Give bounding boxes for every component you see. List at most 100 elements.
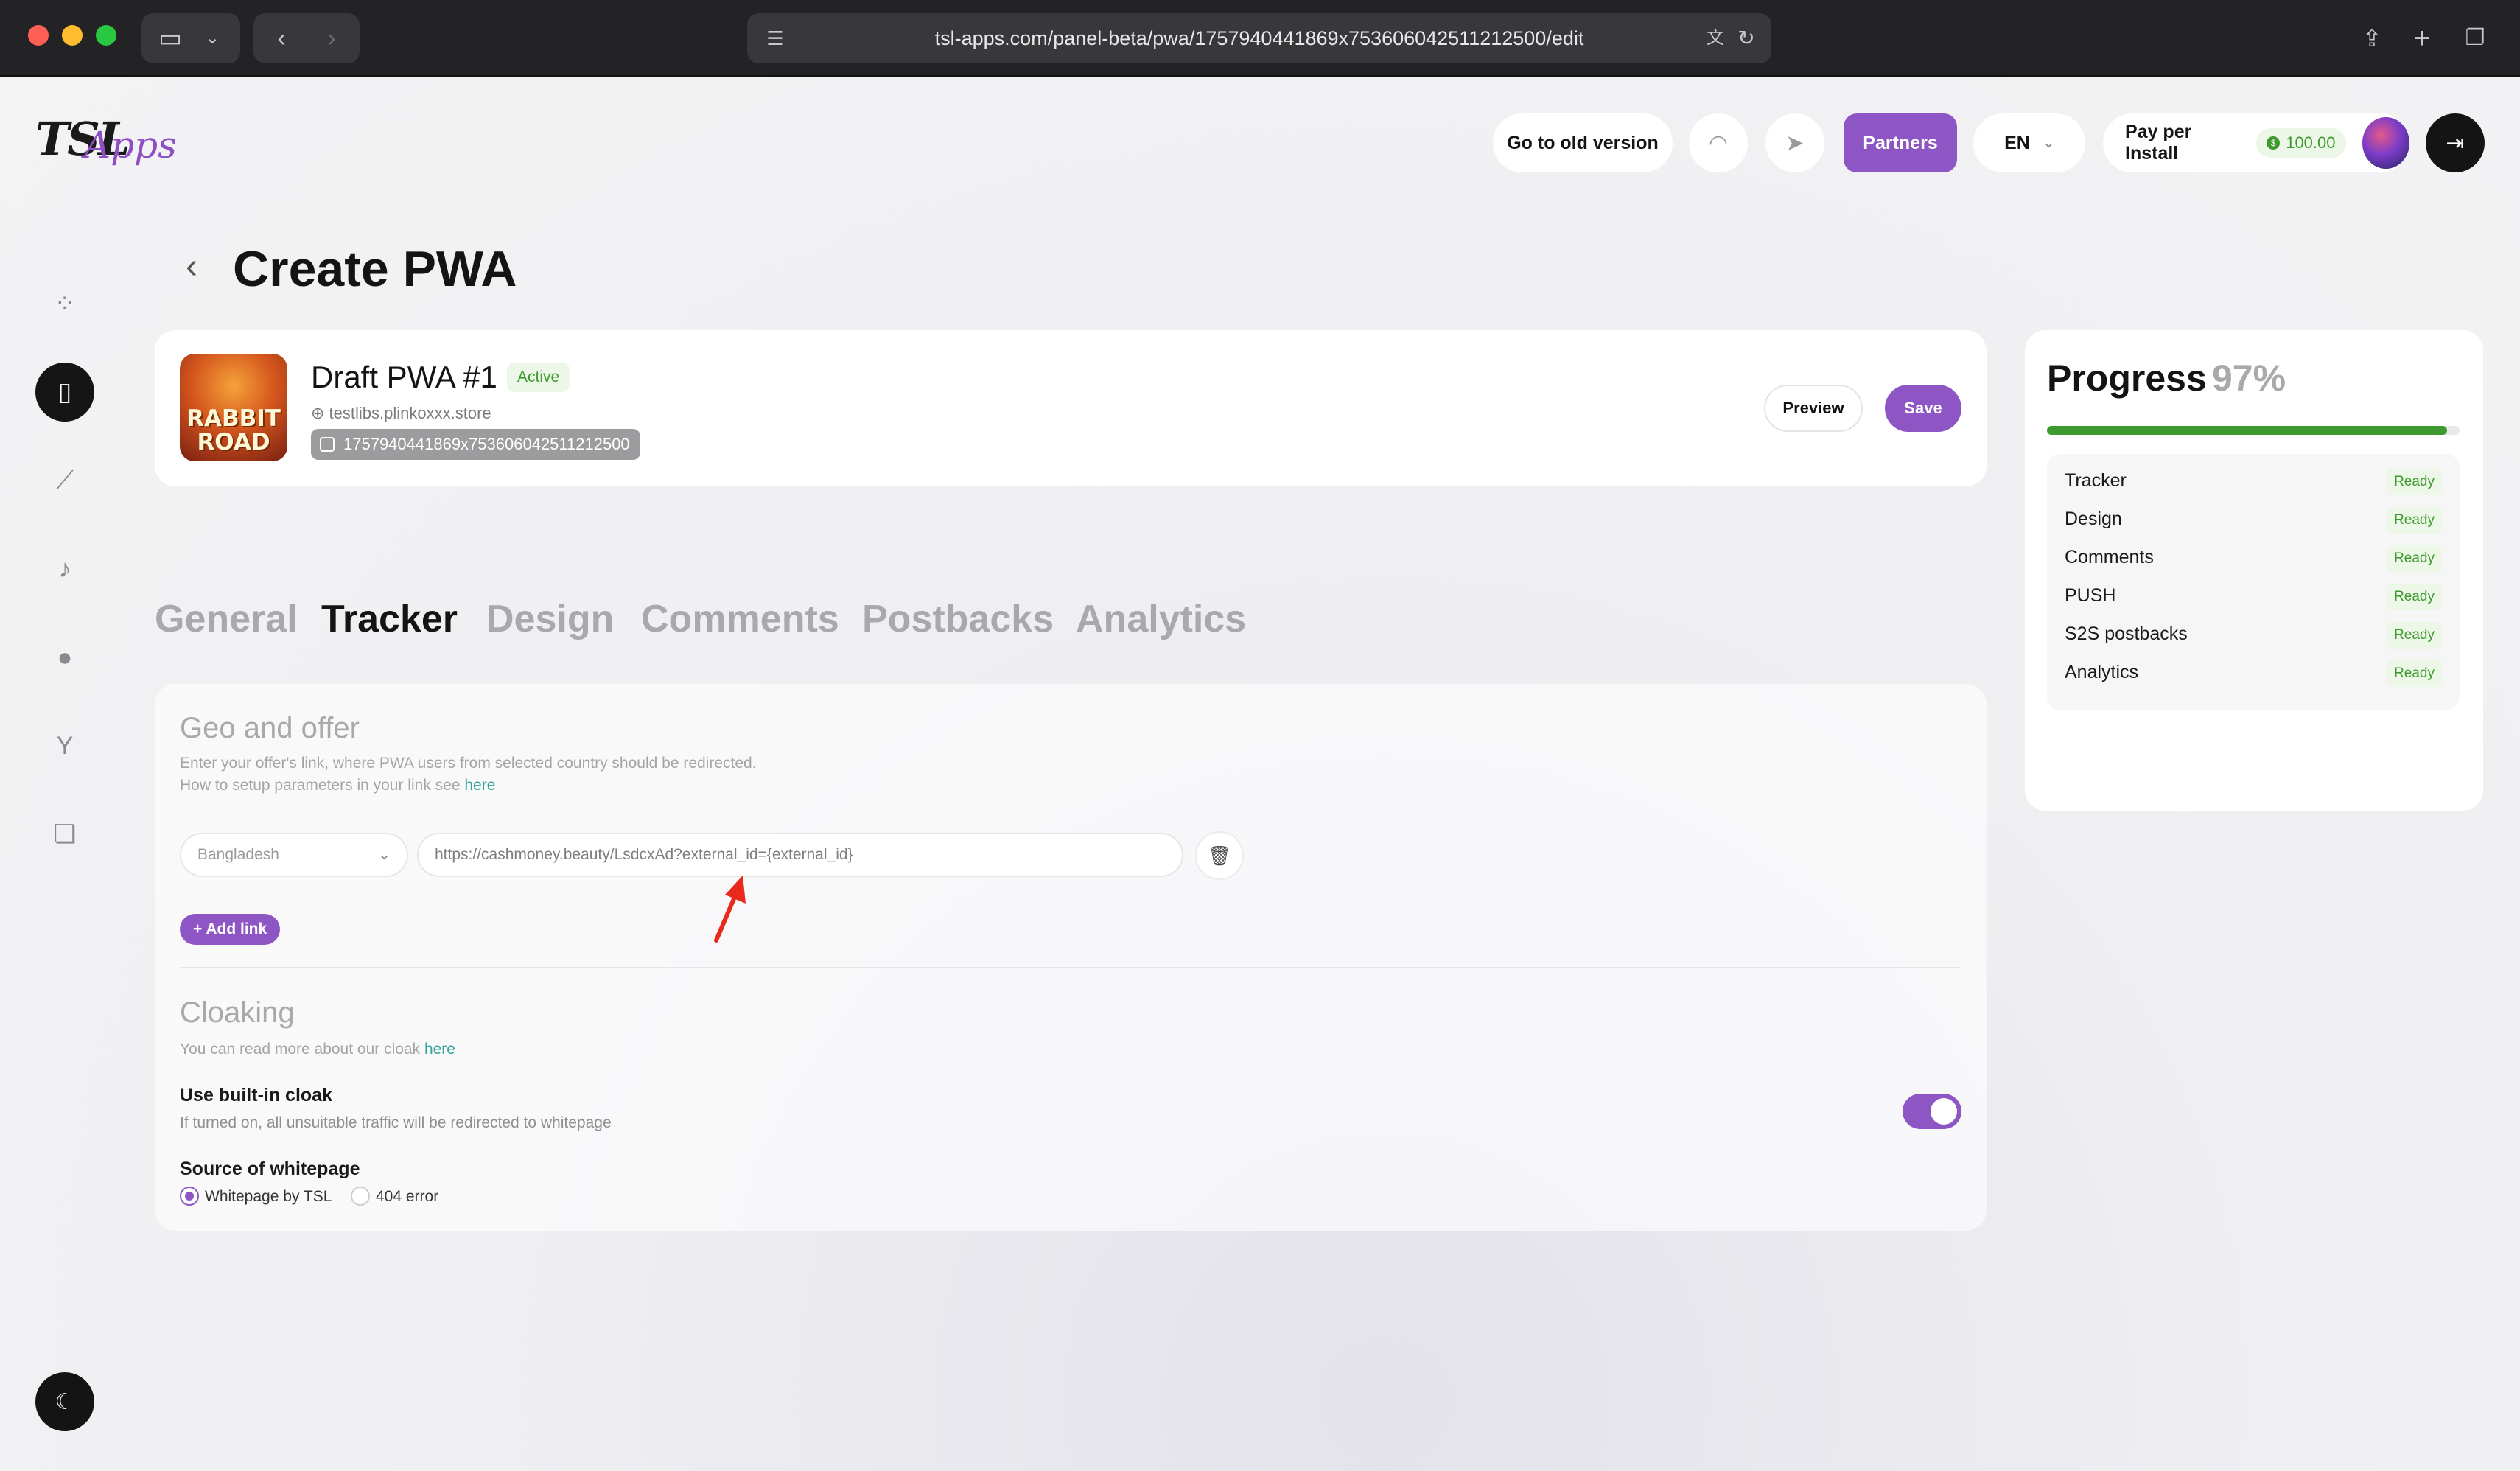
logout-button[interactable]: ⇥	[2426, 113, 2485, 172]
geo-help: How to setup parameters in your link see…	[180, 777, 495, 794]
radio-whitepage-tsl[interactable]	[180, 1187, 199, 1206]
app-id-chip[interactable]: 1757940441869x753606042511212500	[311, 429, 640, 460]
save-button[interactable]: Save	[1885, 385, 1961, 432]
tab-comments[interactable]: Comments	[641, 597, 839, 641]
sidebar-item-dashboard[interactable]: ⁘	[35, 274, 94, 333]
country-select[interactable]: Bangladesh ⌄	[180, 833, 408, 877]
annotation-arrow-icon	[714, 876, 746, 943]
chevron-down-icon: ⌄	[204, 28, 220, 48]
logout-icon: ⇥	[2446, 130, 2465, 156]
chevron-down-icon: ⌄	[378, 847, 391, 863]
plus-icon: +	[193, 920, 206, 937]
tracker-form: Geo and offer Enter your offer's link, w…	[155, 684, 1987, 1231]
geo-help-text: How to setup parameters in your link see	[180, 777, 461, 794]
history-nav: ‹ ›	[253, 13, 360, 63]
telegram-icon: ➤	[1785, 130, 1805, 156]
builtin-cloak-toggle[interactable]	[1903, 1094, 1961, 1129]
progress-checklist: Tracker Ready Design Ready Comments Read…	[2047, 454, 2460, 710]
new-tab-icon[interactable]: +	[2404, 13, 2440, 63]
country-value: Bangladesh	[197, 846, 279, 863]
globe-icon: ⊕	[311, 404, 329, 422]
toggle-knob	[1931, 1098, 1957, 1125]
tab-tracker[interactable]: Tracker	[321, 597, 458, 641]
radio-404-error-label[interactable]: 404 error	[376, 1188, 438, 1206]
sidebar-item-docs[interactable]: ❏	[35, 805, 94, 864]
reload-icon[interactable]: ↻	[1732, 13, 1761, 63]
cloaking-section-title: Cloaking	[180, 996, 295, 1029]
app-domain[interactable]: ⊕ testlibs.plinkoxxx.store	[311, 404, 491, 423]
builtin-cloak-title: Use built-in cloak	[180, 1085, 332, 1105]
geo-help-link[interactable]: here	[464, 777, 495, 794]
url-text: tsl-apps.com/panel-beta/pwa/175794044186…	[934, 27, 1584, 49]
status-badge: Ready	[2387, 545, 2442, 572]
progress-bar	[2047, 426, 2460, 435]
account-panel[interactable]: Pay per Install $ 100.00	[2103, 113, 2409, 172]
chart-icon: ⟋	[56, 466, 74, 495]
back-button[interactable]: ‹	[261, 13, 302, 63]
sidebar-item-push[interactable]: ♪	[35, 539, 94, 598]
sidebar-item-splits[interactable]: Y	[35, 716, 94, 775]
status-badge: Ready	[2387, 584, 2442, 610]
logo-sub: Apps	[84, 124, 177, 167]
radio-404-error[interactable]	[351, 1187, 370, 1206]
translate-icon[interactable]: 文	[1701, 13, 1730, 63]
geo-description: Enter your offer's link, where PWA users…	[180, 755, 757, 772]
app-icon: RABBIT ROAD	[180, 354, 287, 461]
old-version-button[interactable]: Go to old version	[1493, 113, 1673, 172]
offer-url-input[interactable]: https://cashmoney.beauty/LsdcxAd?externa…	[417, 833, 1183, 877]
radio-whitepage-tsl-label[interactable]: Whitepage by TSL	[205, 1188, 332, 1206]
sidebar-item-domains[interactable]: ●	[35, 628, 94, 687]
language-select[interactable]: EN ⌄	[1973, 113, 2085, 172]
tab-general[interactable]: General	[155, 597, 298, 641]
language-label: EN	[2004, 132, 2030, 153]
progress-item-design[interactable]: Design	[2065, 509, 2122, 530]
address-bar[interactable]: ☰ tsl-apps.com/panel-beta/pwa/1757940441…	[747, 13, 1771, 63]
progress-item-push[interactable]: PUSH	[2065, 585, 2115, 607]
builtin-cloak-description: If turned on, all unsuitable traffic wil…	[180, 1114, 612, 1131]
whitepage-source-title: Source of whitepage	[180, 1159, 360, 1179]
zoom-window-button[interactable]	[96, 25, 116, 46]
avatar[interactable]	[2362, 117, 2409, 169]
support-button[interactable]: ◠	[1689, 113, 1748, 172]
progress-item-comments[interactable]: Comments	[2065, 547, 2154, 568]
bell-icon: ♪	[58, 554, 71, 583]
documents-icon: ❏	[53, 820, 77, 848]
delete-link-button[interactable]: 🗑	[1195, 831, 1244, 880]
partners-button[interactable]: Partners	[1844, 113, 1957, 172]
sidebar-toggle-button[interactable]: ▭ ⌄	[141, 13, 240, 63]
pay-mode-label: Pay per Install	[2125, 122, 2192, 164]
page-title: Create PWA	[233, 241, 517, 297]
progress-item-s2s-postbacks[interactable]: S2S postbacks	[2065, 623, 2188, 645]
sidebar-item-statistics[interactable]: ⟋	[35, 451, 94, 510]
moon-icon: ☾	[55, 1389, 75, 1414]
browser-toolbar: ▭ ⌄ ‹ › ☰ tsl-apps.com/panel-beta/pwa/17…	[0, 0, 2520, 77]
app-icon-text-2: ROAD	[197, 429, 270, 455]
forward-button[interactable]: ›	[311, 13, 352, 63]
coin-icon: $	[2267, 136, 2281, 150]
chevron-down-icon: ⌄	[2043, 135, 2054, 150]
close-window-button[interactable]	[28, 25, 49, 46]
telegram-button[interactable]: ➤	[1765, 113, 1824, 172]
progress-percent: 97%	[2212, 357, 2286, 399]
back-button[interactable]: ‹	[186, 246, 197, 287]
tabs-overview-icon[interactable]: ❐	[2457, 13, 2493, 63]
tab-design[interactable]: Design	[486, 597, 614, 641]
app-icon-text-1: RABBIT	[186, 405, 281, 432]
cloaking-description-text: You can read more about our cloak	[180, 1041, 421, 1058]
theme-toggle-button[interactable]: ☾	[35, 1372, 94, 1431]
preview-button[interactable]: Preview	[1764, 385, 1863, 432]
progress-item-analytics[interactable]: Analytics	[2065, 662, 2138, 683]
tab-analytics[interactable]: Analytics	[1076, 597, 1246, 641]
status-badge: Active	[507, 363, 570, 392]
tab-postbacks[interactable]: Postbacks	[862, 597, 1054, 641]
share-icon[interactable]: ⇪	[2353, 13, 2390, 63]
balance-badge: $ 100.00	[2256, 128, 2346, 158]
minimize-window-button[interactable]	[62, 25, 83, 46]
section-divider	[180, 967, 1961, 968]
sidebar-item-pwa[interactable]: ▯	[35, 363, 94, 422]
progress-item-tracker[interactable]: Tracker	[2065, 470, 2127, 492]
trash-icon: 🗑	[1207, 844, 1232, 867]
grid-icon: ⁘	[54, 290, 76, 318]
cloaking-help-link[interactable]: here	[424, 1041, 455, 1058]
add-link-button[interactable]: + Add link	[180, 914, 281, 945]
